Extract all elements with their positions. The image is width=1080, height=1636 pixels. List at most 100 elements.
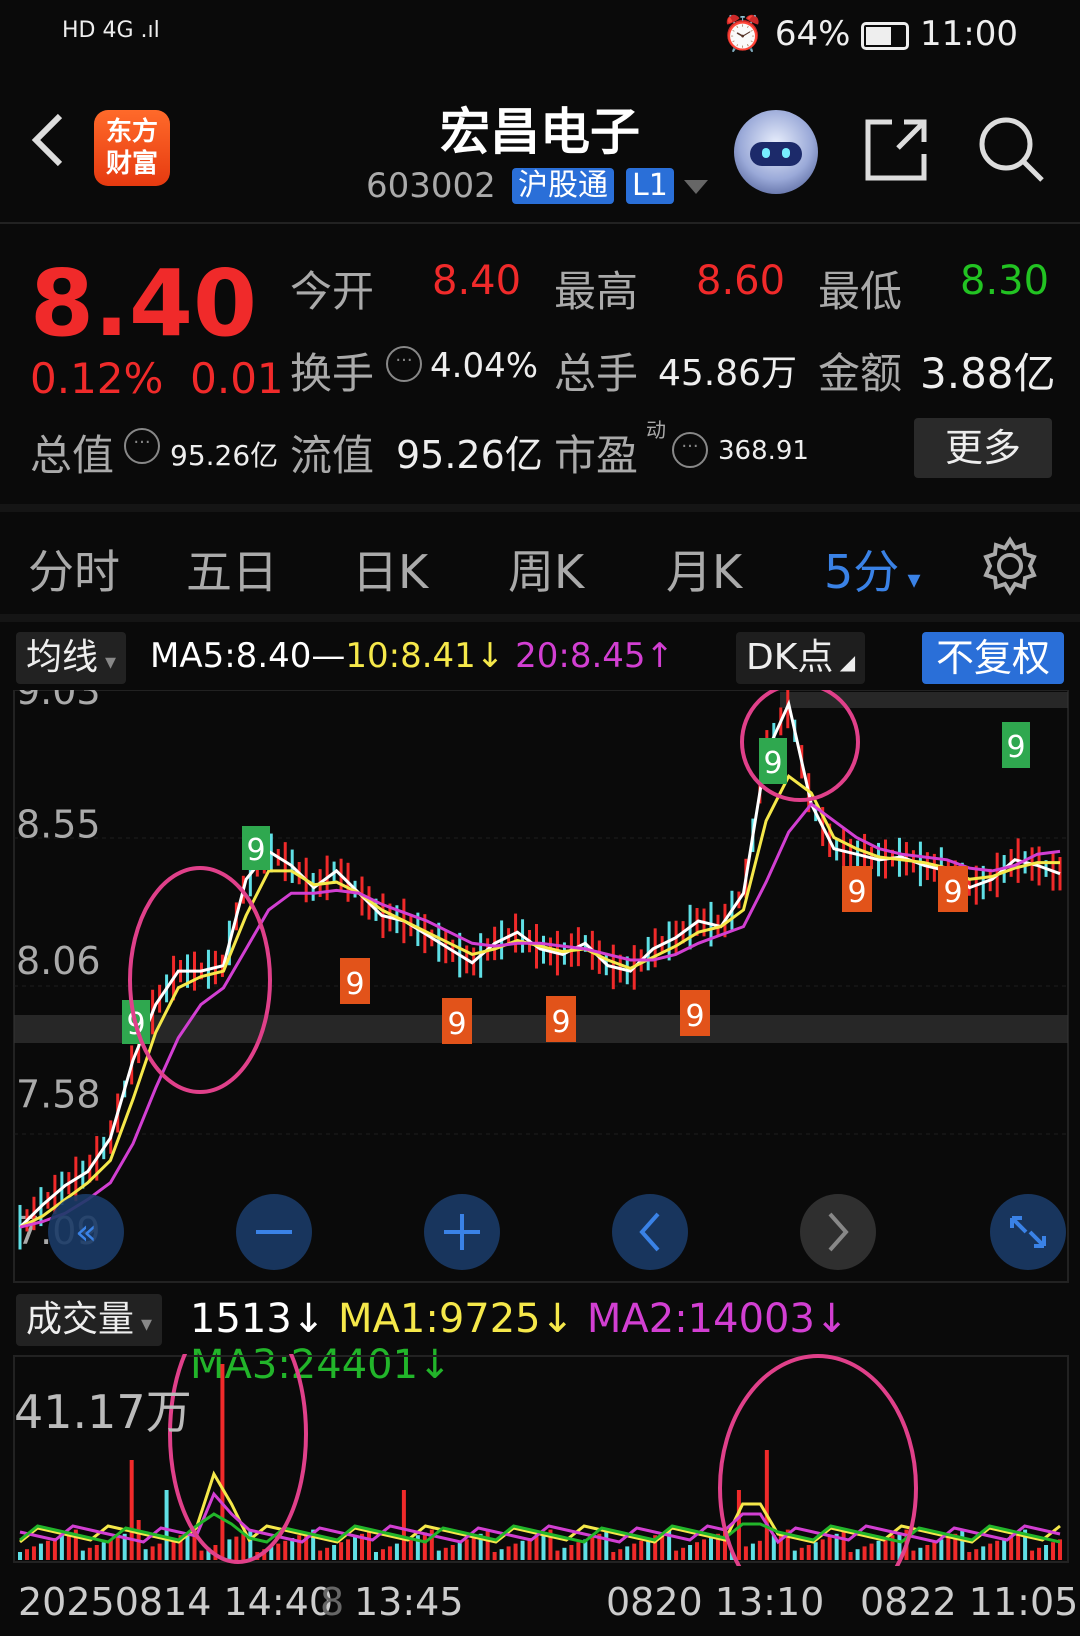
tab-daily-k[interactable]: 日K [352,536,428,602]
volume-bar [841,1531,846,1560]
volume-bar [674,1550,679,1560]
volume-bar [24,1549,29,1560]
info-icon[interactable]: ··· [124,428,160,464]
tab-weekly-k[interactable]: 周K [508,536,584,602]
volume-bar [632,1543,637,1560]
volume-bar [485,1531,490,1560]
volume-bar [387,1546,392,1560]
volume-bar [848,1552,853,1560]
assistant-robot-icon[interactable] [734,110,818,194]
divider [0,504,1080,512]
float-value: 95.26亿 [396,433,543,477]
volume-bar [101,1542,106,1560]
tab-monthly-k[interactable]: 月K [666,536,742,602]
volume-bar [373,1552,378,1560]
volume-bar [506,1546,511,1560]
volume-indicator-select[interactable]: 成交量 ▾ [16,1294,163,1346]
turnover-value: 4.04% [430,346,539,386]
volume-bar [436,1550,441,1560]
vol-ma1: MA1:9725↓ [338,1296,575,1342]
volume-bar [164,1490,169,1560]
volume-bar [143,1549,148,1560]
volume-bar [709,1536,714,1560]
volume-bar [129,1460,134,1560]
svg-text:9: 9 [847,875,866,910]
open-label: 今开 [290,267,375,316]
volume-bar [339,1542,344,1560]
volume-bar [611,1552,616,1560]
level-badge[interactable]: L1 [626,168,674,204]
volume-bar [534,1535,539,1560]
volume-bar [569,1545,574,1560]
volume-bar [743,1546,748,1560]
volume-bar [960,1531,965,1560]
volume-bar [932,1542,937,1560]
more-button[interactable]: 更多 [914,418,1052,478]
volume-bar [1044,1545,1049,1560]
volume-bar [702,1539,707,1560]
amount-value: 3.88亿 [920,349,1056,398]
svg-text:9: 9 [943,875,962,910]
volume-label: 总手 [554,349,639,398]
last-price: 8.40 [30,250,257,357]
signal-markers: 9 9 9 9 9 9 9 9 9 9 [122,722,1030,1044]
volume-bar [199,1550,204,1560]
volume-bar [408,1538,413,1560]
volume-bar [1030,1550,1035,1560]
volume-bar [806,1545,811,1560]
tab-intraday[interactable]: 分时 [28,536,120,602]
svg-text:9: 9 [345,967,364,1002]
dk-select[interactable]: DK点 ◢ [736,632,866,684]
search-icon[interactable] [976,114,1046,184]
pan-left-icon[interactable] [612,1194,688,1270]
svg-text:«: « [75,1212,97,1253]
settings-gear-icon[interactable] [980,536,1040,596]
pan-right-icon[interactable] [800,1194,876,1270]
kline-chart[interactable]: 9.038.558.067.587.09 9 9 9 9 9 9 9 9 9 9… [0,690,1080,1290]
volume-bar [276,1543,281,1560]
tab-five-day[interactable]: 五日 [186,536,278,602]
info-icon[interactable]: ··· [386,346,422,382]
volume-bar [799,1547,804,1560]
fullscreen-icon[interactable] [990,1194,1066,1270]
total-value: 95.26亿 [170,439,279,472]
divider [0,614,1080,622]
volume-bar [876,1540,881,1560]
change-amount: 0.01 [190,354,284,403]
battery-icon [861,21,910,50]
adjust-button[interactable]: 不复权 [921,632,1064,684]
volume-bar [862,1546,867,1560]
volume-bar [946,1536,951,1560]
svg-text:9: 9 [763,746,782,781]
volume-bar [590,1536,595,1560]
volume-bar [80,1550,85,1560]
ma5-label: MA5:8.40— [150,636,346,676]
pe-label: 市盈 [554,431,639,480]
chart-controls: « [48,1194,1066,1270]
share-icon[interactable] [862,116,930,184]
volume-bar [988,1543,993,1560]
indicator-select[interactable]: 均线 ▾ [16,632,127,684]
volume-bar [576,1542,581,1560]
caret-down-icon: ▾ [899,565,921,595]
ma-legend: MA5:8.40—10:8.41↓ 20:8.45↑ [150,636,674,676]
info-icon[interactable]: ··· [672,432,708,468]
volume-bar [681,1547,686,1560]
volume-bar [332,1545,337,1560]
tab-5min[interactable]: 5分 ▾ [824,536,921,602]
x-label-start: 20250814 14:40 [18,1580,334,1624]
vol-ma2: MA2:14003↓ [586,1296,849,1342]
volume-bar [695,1542,700,1560]
volume-bar [520,1540,525,1560]
volume-bar [1016,1532,1021,1560]
volume-bar [792,1550,797,1560]
volume-bar [764,1450,769,1560]
y-tick-label: 7.58 [16,1073,101,1117]
low-label: 最低 [818,267,903,316]
svg-text:9: 9 [551,1005,570,1040]
volume-value: 45.86万 [658,353,798,394]
chevron-down-icon[interactable] [682,174,710,198]
amount-label: 金额 [818,349,903,398]
volume-bar [87,1547,92,1560]
volume-bar [1002,1538,1007,1560]
